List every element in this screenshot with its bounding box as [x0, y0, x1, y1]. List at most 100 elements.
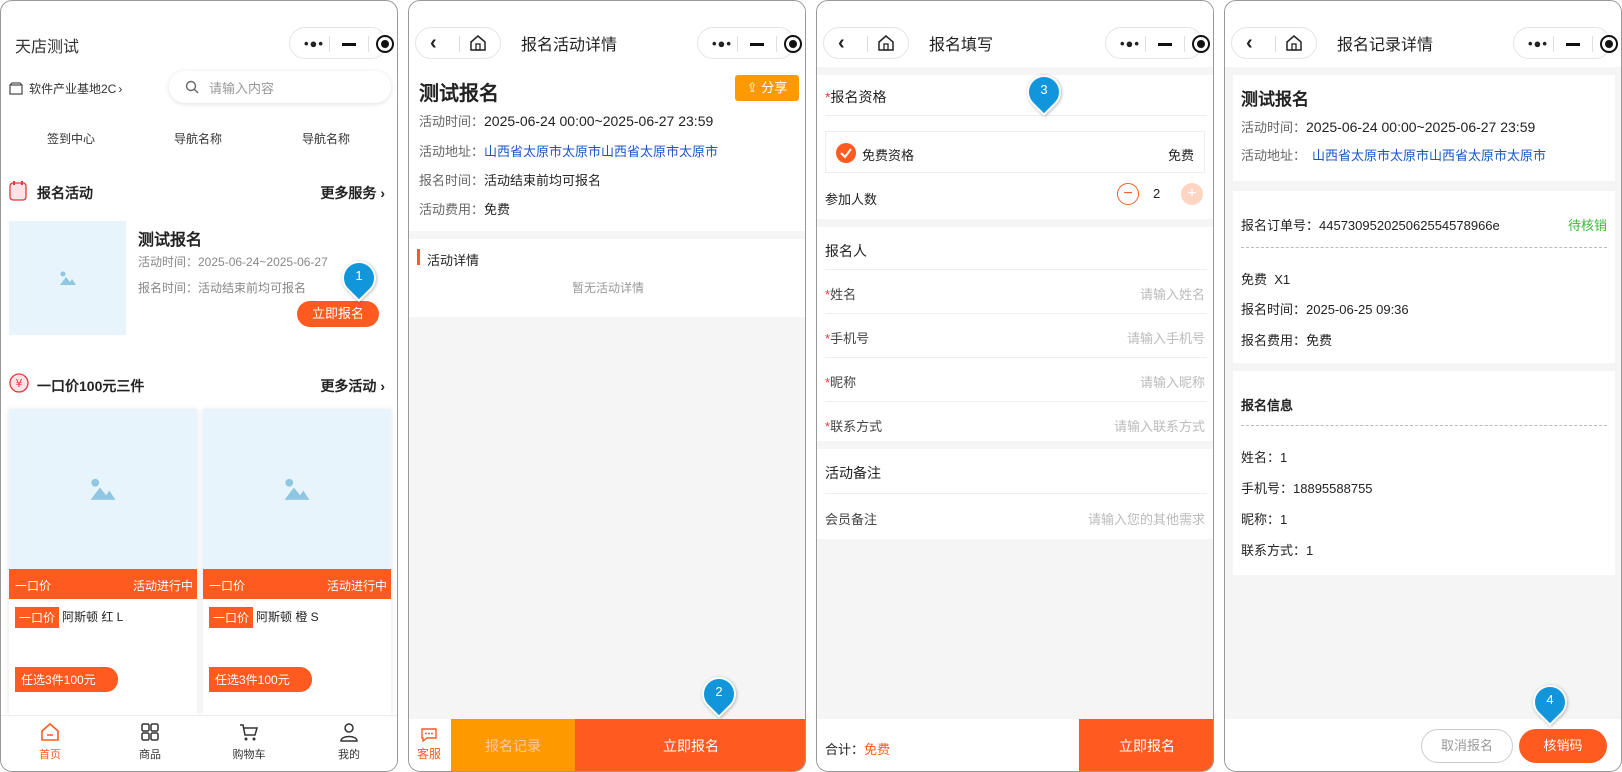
address-link[interactable]: 山西省太原市太原市山西省太原市太原市: [484, 144, 718, 159]
back-home-capsule[interactable]: ‹: [415, 27, 501, 59]
order-card: 报名订单号：445730952025062554578966e 待核销 免费 X…: [1233, 191, 1615, 363]
remark-label: 会员备注: [825, 512, 878, 527]
product-tag: 一口价: [209, 607, 254, 628]
bottom-action-bar: 客服 报名记录 立即报名: [409, 719, 805, 771]
grid-icon: [141, 723, 159, 741]
info-phone: 手机号：18895588755: [1241, 481, 1373, 496]
minimize-icon[interactable]: [1158, 43, 1172, 46]
more-services-label: 更多服务: [320, 185, 377, 201]
step-pin-1: 1: [334, 253, 384, 307]
activity-time: 活动时间：2025-06-24~2025-06-27: [138, 255, 328, 269]
product-image: [9, 409, 197, 569]
activity-image[interactable]: [9, 221, 126, 335]
section-signup-title: 报名活动: [37, 185, 93, 201]
share-button[interactable]: ⇪ 分享: [735, 75, 799, 101]
product-promo: 任选3件100元: [15, 667, 118, 692]
nickname-field-label: *昵称: [825, 375, 857, 390]
back-icon[interactable]: ‹: [1246, 32, 1253, 55]
remark-title: 活动备注: [825, 465, 881, 481]
detail-accent-bar: [417, 249, 420, 265]
tab-home[interactable]: 首页: [20, 722, 80, 762]
quantity-value[interactable]: 2: [1153, 186, 1160, 201]
product-card[interactable]: 一口价 活动进行中 一口价 阿斯顿 橙 S 任选3件100元: [203, 409, 391, 715]
minimize-icon[interactable]: [1566, 43, 1580, 46]
back-home-capsule[interactable]: ‹: [1231, 27, 1317, 59]
activity-time: 活动时间：2025-06-24 00:00~2025-06-27 23:59: [1241, 119, 1536, 135]
chevron-right-icon: ›: [380, 185, 385, 201]
nav-item-checkin[interactable]: 签到中心: [47, 130, 95, 147]
remark-card: 活动备注 会员备注 请输入您的其他需求: [817, 449, 1213, 539]
address-link[interactable]: 山西省太原市太原市山西省太原市太原市: [1312, 148, 1546, 163]
location-selector[interactable]: 软件产业基地2C ›: [9, 80, 122, 97]
more-services-link[interactable]: 更多服务 ›: [320, 183, 385, 203]
submit-signup-button[interactable]: 立即报名: [1079, 719, 1213, 771]
close-target-icon[interactable]: [376, 35, 394, 53]
app-title: 天店测试: [15, 39, 80, 56]
chevron-right-icon: ›: [380, 378, 385, 394]
mini-program-capsule[interactable]: •●•: [697, 27, 802, 59]
mini-program-capsule[interactable]: •●•: [1513, 27, 1618, 59]
tab-products[interactable]: 商品: [120, 722, 180, 762]
signup-form-screen: ‹ 报名填写 •●• *报名资格 免费资格 免费 参加人数 − 2 + 报名人 …: [816, 0, 1214, 772]
qualification-option-label: 免费资格: [862, 148, 915, 163]
minimize-icon[interactable]: [750, 43, 764, 46]
close-target-icon[interactable]: [784, 35, 802, 53]
back-home-capsule[interactable]: ‹: [823, 27, 909, 59]
mini-program-capsule[interactable]: •●•: [1105, 27, 1210, 59]
info-name: 姓名：1: [1241, 450, 1288, 465]
nav-item-3[interactable]: 导航名称: [302, 130, 350, 147]
more-icon[interactable]: •●•: [304, 36, 324, 51]
activity-info-card: 测试报名 ⇪ 分享 活动时间：2025-06-24 00:00~2025-06-…: [409, 67, 805, 231]
back-icon[interactable]: ‹: [430, 32, 437, 55]
contact-field[interactable]: 请输入联系方式: [1114, 416, 1205, 435]
phone-field[interactable]: 请输入手机号: [1127, 328, 1205, 347]
tab-profile[interactable]: 我的: [319, 722, 379, 762]
customer-service-label: 客服: [416, 747, 441, 761]
quantity-stepper[interactable]: − 2 +: [1117, 183, 1203, 207]
activity-name[interactable]: 测试报名: [138, 226, 202, 250]
search-input[interactable]: 请输入内容: [209, 78, 274, 97]
nav-bar: ‹ 报名填写 •●•: [817, 1, 1213, 67]
customer-service-button[interactable]: 客服: [409, 719, 449, 771]
more-icon[interactable]: •●•: [712, 36, 732, 51]
more-icon[interactable]: •●•: [1528, 36, 1548, 51]
plus-icon[interactable]: +: [1181, 183, 1203, 205]
tab-cart[interactable]: 购物车: [219, 722, 279, 762]
verify-code-button[interactable]: 核销码: [1519, 729, 1607, 763]
ribbon-left-label: 一口价: [209, 579, 246, 593]
share-label: 分享: [761, 80, 788, 95]
svg-text:¥: ¥: [16, 377, 23, 390]
minimize-icon[interactable]: [342, 43, 356, 46]
close-target-icon[interactable]: [1600, 35, 1618, 53]
qualification-option[interactable]: 免费资格 免费: [825, 131, 1205, 173]
activity-name: 测试报名: [1241, 90, 1309, 109]
signup-info-card: 报名信息 姓名：1 手机号：18895588755 昵称：1 联系方式：1: [1233, 371, 1615, 575]
cancel-signup-button[interactable]: 取消报名: [1421, 729, 1513, 763]
search-bar[interactable]: 请输入内容: [169, 71, 391, 103]
home-icon[interactable]: [1286, 33, 1302, 53]
detail-empty-text: 暂无活动详情: [571, 281, 644, 295]
section-signup-header: 报名活动 更多服务 ›: [9, 181, 389, 203]
remark-input[interactable]: 请输入您的其他需求: [1088, 509, 1205, 528]
nickname-field[interactable]: 请输入昵称: [1140, 372, 1205, 391]
back-icon[interactable]: ‹: [838, 32, 845, 55]
calendar-icon: [9, 181, 27, 201]
minus-icon[interactable]: −: [1117, 183, 1139, 205]
close-target-icon[interactable]: [1192, 35, 1210, 53]
more-activities-link[interactable]: 更多活动 ›: [320, 376, 385, 396]
chat-icon: [421, 728, 437, 743]
home-icon[interactable]: [878, 33, 894, 53]
name-field[interactable]: 请输入姓名: [1140, 284, 1205, 303]
nav-item-2[interactable]: 导航名称: [174, 130, 222, 147]
page-title: 报名活动详情: [521, 37, 618, 54]
home-icon[interactable]: [470, 33, 486, 53]
product-card[interactable]: 一口价 活动进行中 一口价 阿斯顿 红 L 任选3件100元: [9, 409, 197, 715]
more-icon[interactable]: •●•: [1120, 36, 1140, 51]
image-placeholder-icon: [284, 478, 310, 500]
mini-program-capsule[interactable]: •●•: [289, 27, 394, 59]
signup-now-button[interactable]: 立即报名: [575, 719, 805, 771]
home-screen: 天店测试 •●• 软件产业基地2C › 请输入内容 签到中心 导航名称 导航名称…: [0, 0, 398, 772]
image-placeholder-icon: [90, 478, 116, 500]
signup-records-button[interactable]: 报名记录: [451, 719, 575, 771]
applicant-card: 报名人 *姓名 请输入姓名 *手机号 请输入手机号 *昵称 请输入昵称 *联系方…: [817, 227, 1213, 441]
